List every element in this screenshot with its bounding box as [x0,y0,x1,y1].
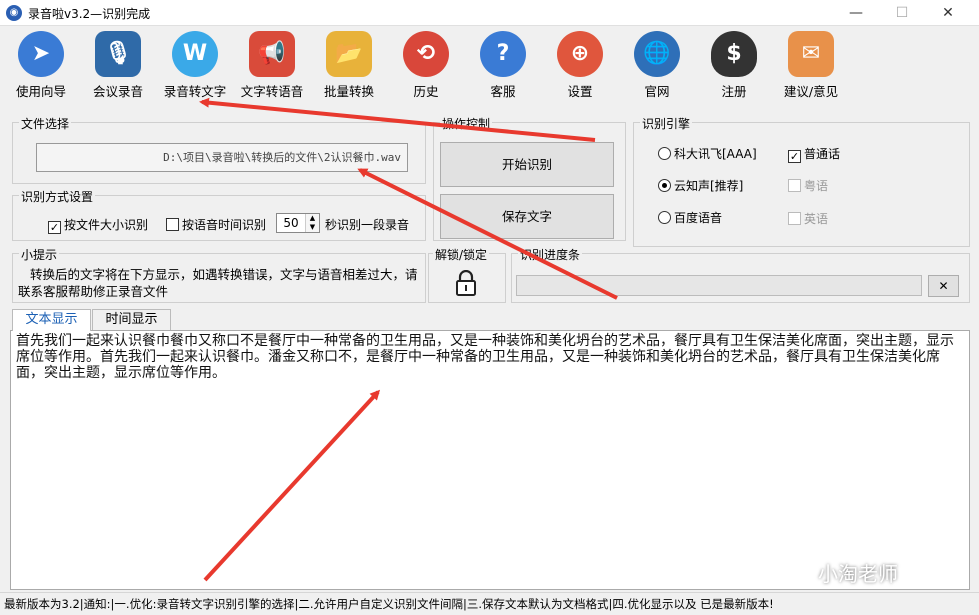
seconds-stepper[interactable]: 50 ▲ ▼ [276,213,320,233]
toolbar-label: 录音转文字 [163,84,227,99]
toolbar-batch-convert-button[interactable]: 📂 批量转换 [311,31,387,99]
globe-icon: 🌐 [634,31,680,77]
toolbar-feedback-button[interactable]: ✉ 建议/意见 [773,31,849,99]
toolbar-support-button[interactable]: ? 客服 [465,31,541,99]
main-toolbar: ➤ 使用向导 🎙 会议录音 W 录音转文字 📢 文字转语音 📂 批量转换 ⟲ 历… [0,27,979,99]
tips-title: 小提示 [19,246,60,263]
toolbar-website-button[interactable]: 🌐 官网 [619,31,695,99]
lock-title: 解锁/锁定 [433,246,490,263]
toolbar-label: 官网 [644,84,670,99]
status-bar: 最新版本为3.2|通知:|一.优化:录音转文字识别引擎的选择|二.允许用户自定义… [0,592,979,615]
title-bar: ◉ 录音啦v3.2—识别完成 — ☐ ✕ [0,0,979,26]
engine-option-label: 云知声[推荐] [674,179,744,193]
stepper-arrows-icon[interactable]: ▲ ▼ [305,214,319,232]
engine-option-iflytek[interactable]: 科大讯飞[AAA] [658,145,757,162]
engine-option-unisound[interactable]: 云知声[推荐] [658,177,743,194]
toolbar-label: 设置 [567,84,593,99]
toolbar-label: 历史 [413,84,439,99]
w-text-icon: W [172,31,218,77]
seconds-suffix-label: 秒识别一段录音 [325,218,410,232]
by-size-checkbox[interactable]: ✓ 按文件大小识别 [48,216,148,234]
tab-time-display[interactable]: 时间显示 [92,309,171,330]
toolbar-guide-button[interactable]: ➤ 使用向导 [3,31,79,99]
folder-convert-icon: 📂 [326,31,372,77]
lifebuoy-icon: ⊕ [557,31,603,77]
toolbar-settings-button[interactable]: ⊕ 设置 [542,31,618,99]
toolbar-label: 客服 [490,84,516,99]
result-text-area[interactable]: 首先我们一起来认识餐巾餐巾又称口不是餐厅中一种常备的卫生用品，又是一种装饰和美化… [10,330,970,590]
toolbar-register-button[interactable]: $ 注册 [696,31,772,99]
close-button[interactable]: ✕ [925,0,971,26]
app-logo-icon: ◉ [6,5,22,21]
checkbox-disabled-icon [788,179,801,192]
toolbar-audio-to-text-button[interactable]: W 录音转文字 [157,31,233,99]
language-english-checkbox[interactable]: 英语 [788,210,828,227]
engine-option-baidu[interactable]: 百度语音 [658,209,722,226]
history-clock-icon: ⟲ [403,31,449,77]
file-select-title: 文件选择 [19,115,72,132]
save-text-button[interactable]: 保存文字 [440,194,614,239]
toolbar-history-button[interactable]: ⟲ 历史 [388,31,464,99]
language-label: 英语 [804,212,829,226]
tips-text: 转换后的文字将在下方显示，如遇转换错误，文字与语音相差过大，请联系客服帮助修正录… [18,267,418,299]
tab-text-display[interactable]: 文本显示 [12,309,91,331]
money-bag-icon: $ [711,31,757,77]
window-title: 录音啦v3.2—识别完成 [28,7,151,21]
toolbar-label: 建议/意见 [783,84,839,99]
help-question-icon: ? [480,31,526,77]
start-recognition-button[interactable]: 开始识别 [440,142,614,187]
by-time-checkbox[interactable]: 按语音时间识别 [166,216,266,233]
operation-title: 操作控制 [440,115,493,132]
toolbar-text-to-speech-button[interactable]: 📢 文字转语音 [234,31,310,99]
toolbar-label: 文字转语音 [240,84,304,99]
file-path-field[interactable]: D:\项目\录音啦\转换后的文件\2认识餐巾.wav [36,143,408,172]
recognition-progress-bar [516,275,922,296]
padlock-icon[interactable] [455,270,477,296]
toolbar-label: 注册 [721,84,747,99]
checkbox-checked-icon: ✓ [48,221,61,234]
radio-unselected-icon [658,211,671,224]
maximize-button[interactable]: ☐ [879,0,925,26]
radio-unselected-icon [658,147,671,160]
toolbar-label: 批量转换 [323,84,374,99]
clear-button[interactable]: ✕ [928,275,959,297]
checkbox-disabled-icon [788,212,801,225]
toolbar-label: 使用向导 [15,84,66,99]
by-time-label: 按语音时间识别 [182,218,267,232]
progress-title: 识别进度条 [518,246,583,263]
checkbox-checked-icon: ✓ [788,150,801,163]
language-label: 普通话 [804,147,841,161]
toolbar-label: 会议录音 [92,84,143,99]
megaphone-icon: 📢 [249,31,295,77]
microphone-icon: 🎙 [95,31,141,77]
toolbar-meeting-record-button[interactable]: 🎙 会议录音 [80,31,156,99]
navigation-arrow-icon: ➤ [18,31,64,77]
engine-option-label: 百度语音 [674,211,723,225]
language-label: 粤语 [804,179,829,193]
seconds-value: 50 [283,216,299,230]
minimize-button[interactable]: — [833,0,879,26]
cat-mailbox-icon: ✉ [788,31,834,77]
checkbox-unchecked-icon [166,218,179,231]
by-size-label: 按文件大小识别 [64,218,149,232]
language-cantonese-checkbox[interactable]: 粤语 [788,177,828,194]
watermark-text: 小淘老师 [818,562,898,586]
recognition-mode-title: 识别方式设置 [19,188,96,205]
engine-title: 识别引擎 [640,115,693,132]
radio-selected-icon [658,179,671,192]
engine-option-label: 科大讯飞[AAA] [674,147,757,161]
language-mandarin-checkbox[interactable]: ✓ 普通话 [788,145,840,163]
